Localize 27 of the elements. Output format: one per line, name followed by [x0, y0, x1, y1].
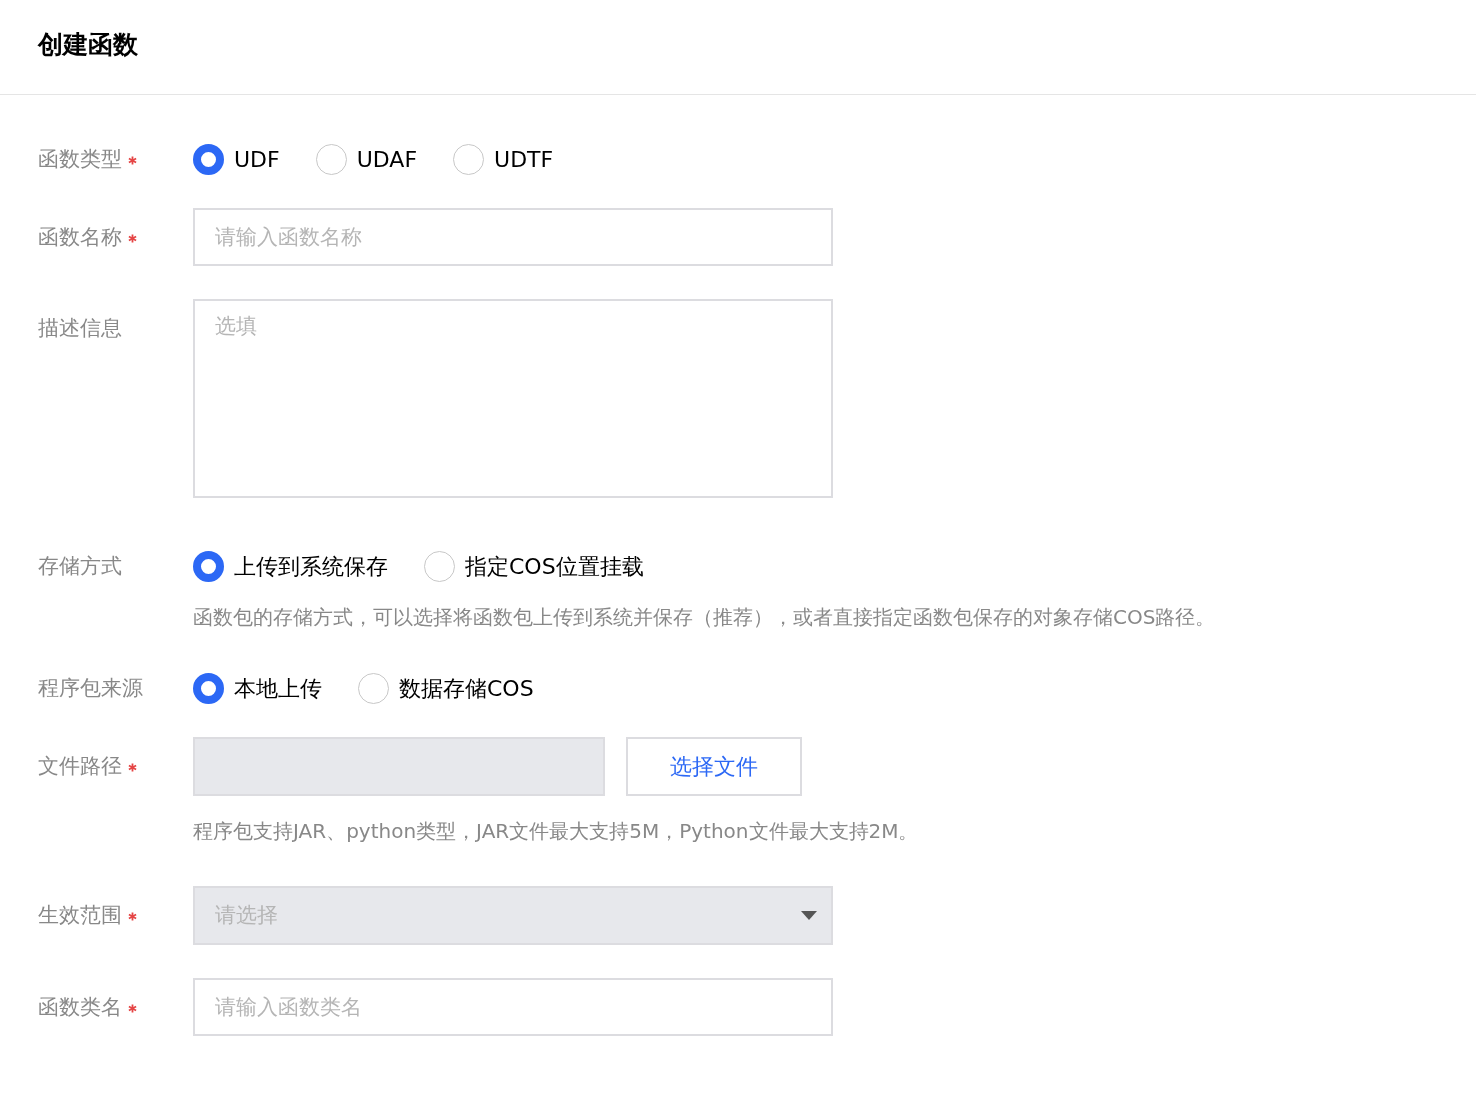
field-label: 函数类型	[38, 143, 193, 175]
required-icon	[128, 233, 137, 243]
required-icon	[128, 1003, 137, 1013]
field-label: 文件路径	[38, 737, 193, 844]
radio-option[interactable]: UDAF	[315, 142, 418, 176]
radio-option[interactable]: 上传到系统保存	[193, 549, 388, 583]
caret-icon	[801, 911, 817, 920]
field-label: 函数名称	[38, 208, 193, 266]
radio-option[interactable]: 本地上传	[193, 671, 322, 705]
radio-option[interactable]: 指定COS位置挂载	[424, 549, 644, 583]
help-text: 程序包支持JAR、python类型，JAR文件最大支持5M，Python文件最大支持2M。	[193, 818, 920, 844]
required-icon	[128, 911, 137, 921]
field-label: 描述信息	[38, 315, 123, 342]
field-label: 存储方式	[38, 553, 123, 580]
help-text: 函数包的存储方式，可以选择将函数包上传到系统并保存（推荐），或者直接指定函数包保存的对象存储COS路径。	[193, 604, 1217, 630]
text-input-field[interactable]: 请输入函数类名	[193, 978, 833, 1036]
radio-option[interactable]: UDF	[193, 142, 280, 176]
radio-option[interactable]: 数据存储COS	[358, 671, 534, 705]
field-label: 函数类名	[38, 978, 193, 1036]
radio-option[interactable]: UDTF	[453, 142, 554, 176]
description-field[interactable]: 选填	[193, 299, 833, 498]
required-icon	[128, 155, 137, 165]
required-icon	[128, 762, 137, 772]
text-input-field[interactable]: 请输入函数名称	[193, 208, 833, 266]
page-title: 创建函数	[38, 30, 138, 61]
field-label: 生效范围	[38, 886, 193, 945]
field-label: 程序包来源	[38, 675, 144, 702]
